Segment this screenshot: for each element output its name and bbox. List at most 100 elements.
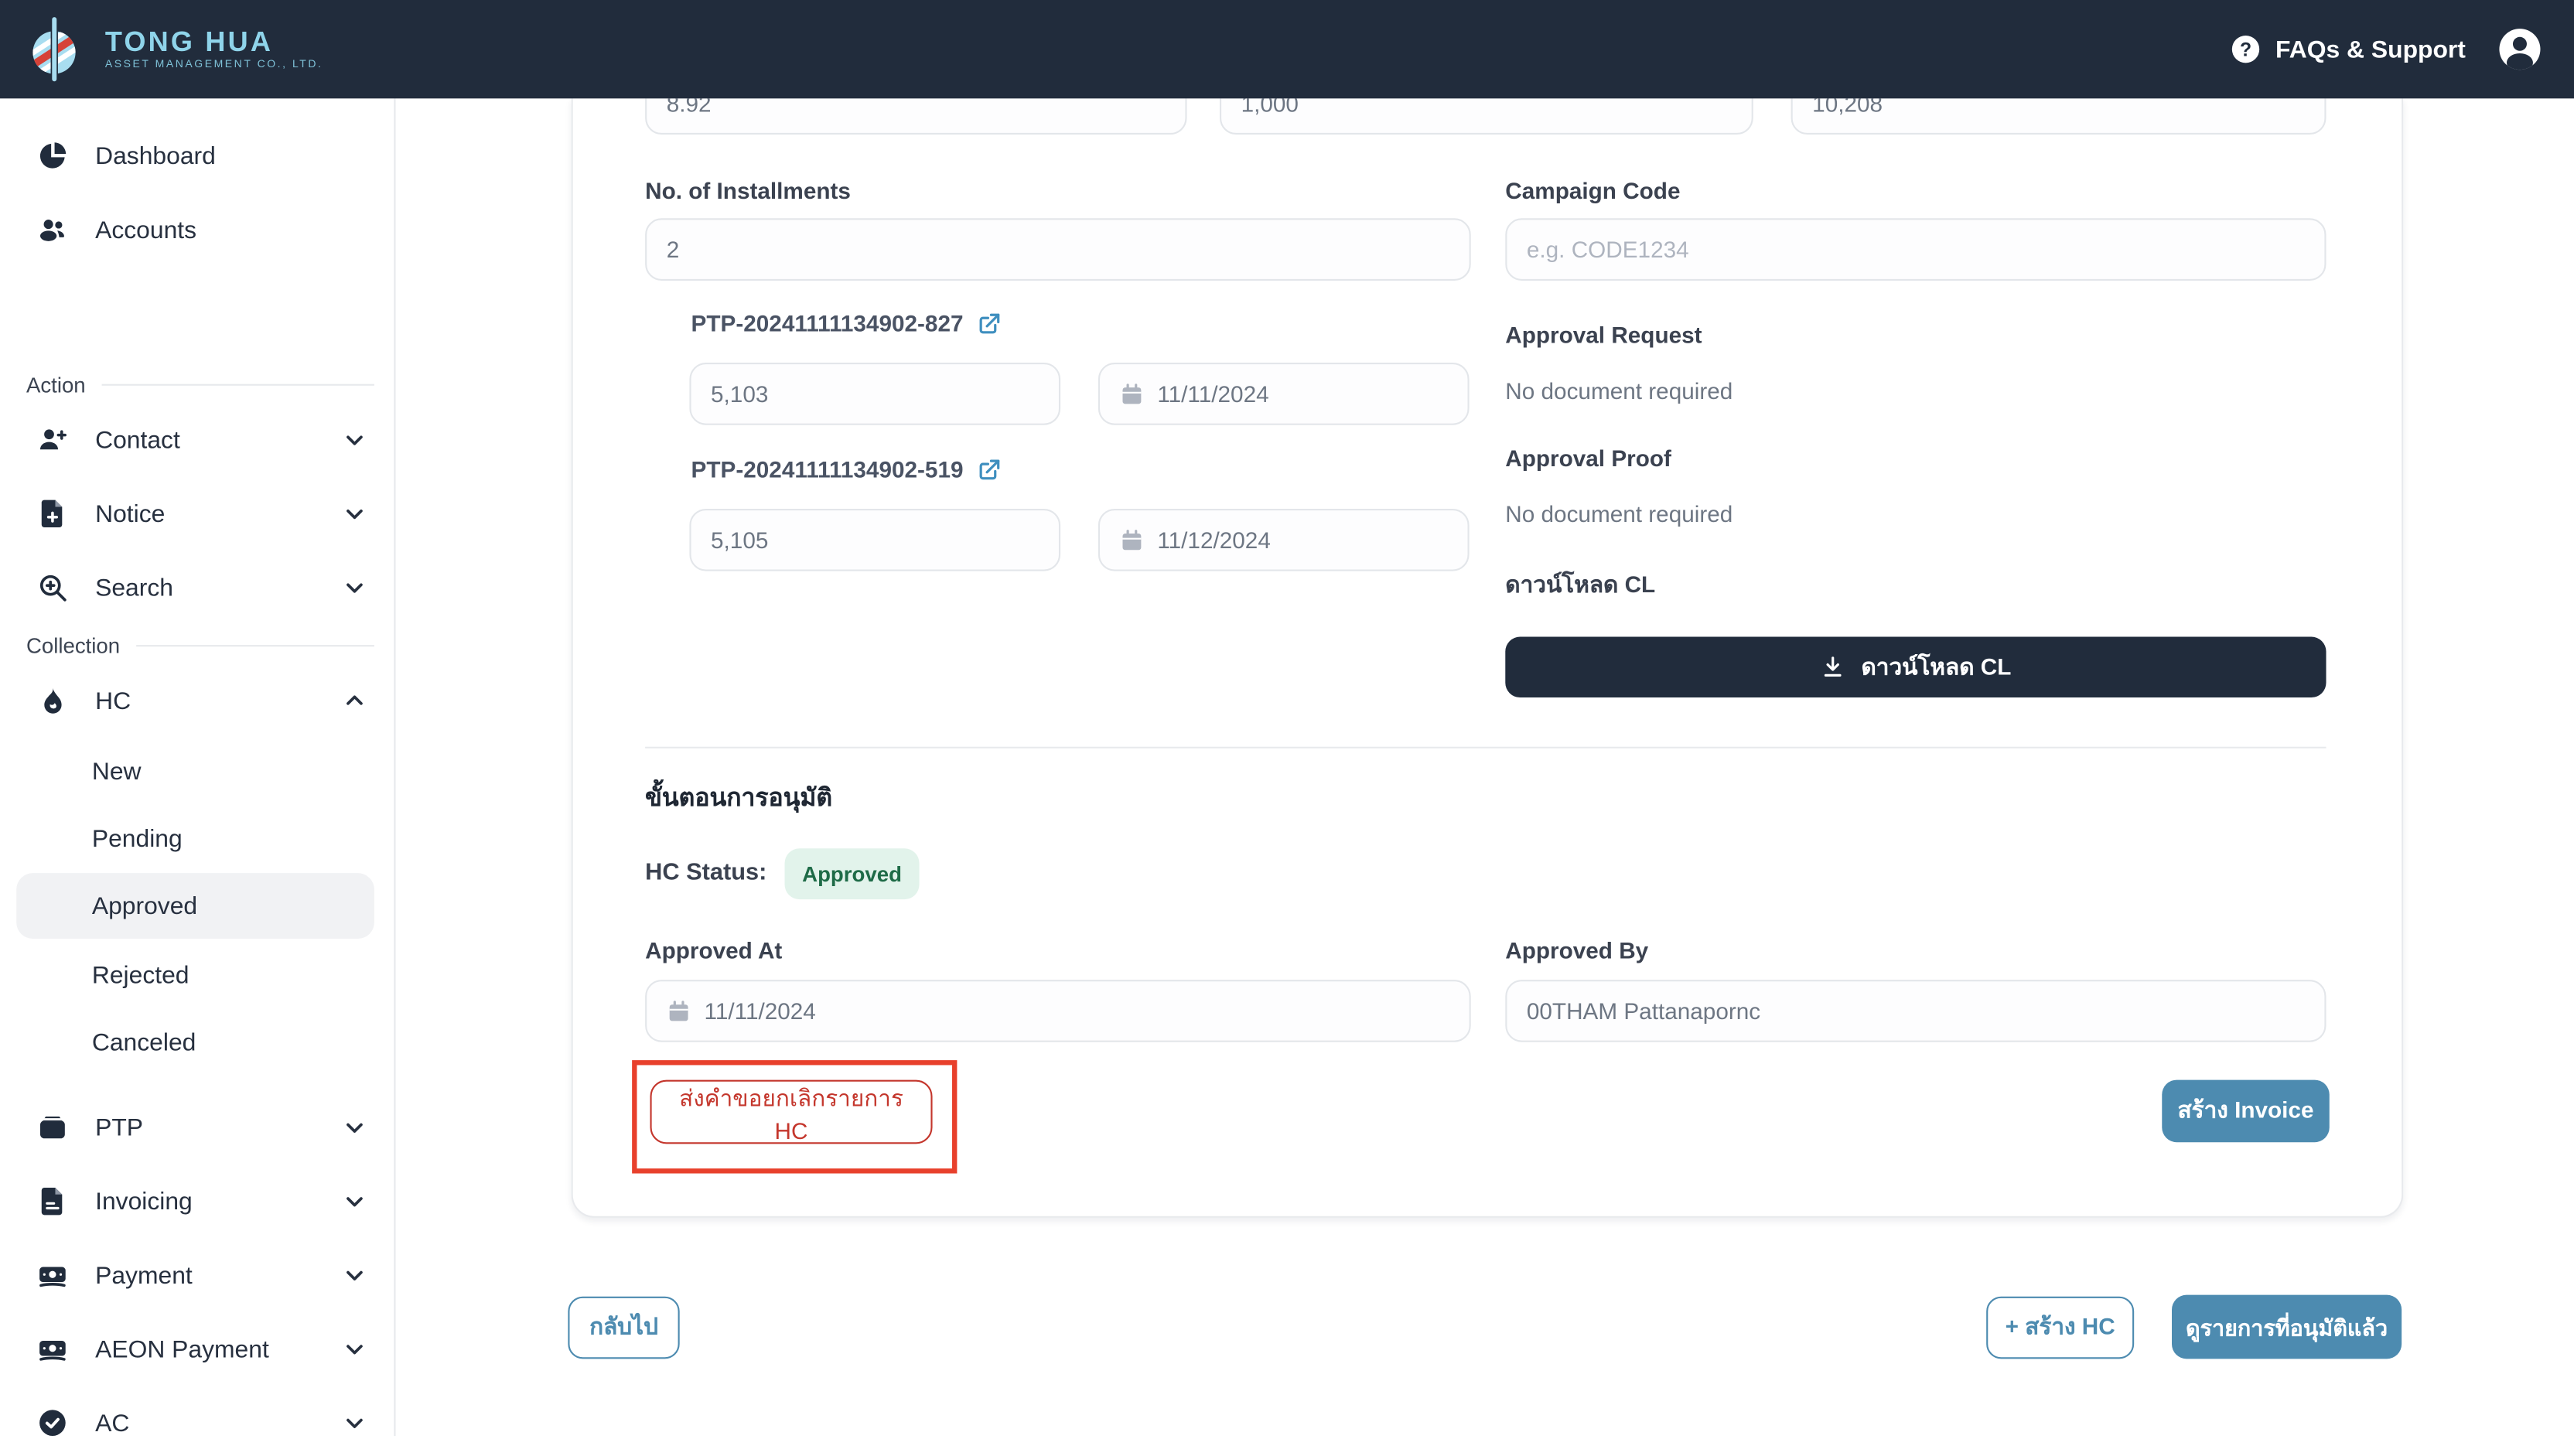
hc-status-badge: Approved (785, 848, 920, 899)
download-cl-button-label: ดาวน์โหลด CL (1861, 649, 2011, 685)
hc-status-label: HC Status: (645, 860, 766, 886)
rate-field[interactable] (645, 98, 1186, 135)
tonghua-logo-icon (23, 15, 89, 84)
sidebar-subitem-hc-approved[interactable]: Approved (16, 873, 374, 939)
calendar-icon (667, 999, 691, 1024)
sidebar-item-dashboard[interactable]: Dashboard (16, 123, 374, 189)
flame-icon (36, 684, 69, 717)
sidebar-item-label: Contact (95, 426, 180, 454)
chevron-down-icon (341, 427, 367, 453)
approved-at-label: Approved At (645, 937, 782, 963)
check-circle-icon (36, 1407, 69, 1439)
user-plus-icon (36, 424, 69, 456)
total-field[interactable] (1791, 98, 2326, 135)
ptp-date-input-2[interactable]: 11/12/2024 (1098, 509, 1470, 571)
sidebar-item-label: Accounts (95, 216, 196, 244)
sidebar-item-aeon-payment[interactable]: AEON Payment (16, 1316, 374, 1382)
sidebar-item-ptp[interactable]: PTP (16, 1095, 374, 1161)
sidebar-item-label: Invoicing (95, 1188, 193, 1216)
create-hc-button[interactable]: + สร้าง HC (1986, 1297, 2134, 1359)
brand-logo[interactable]: TONG HUA ASSET MANAGEMENT CO., LTD. (23, 15, 323, 84)
chevron-down-icon (341, 1262, 367, 1288)
app-viewport: TONG HUA ASSET MANAGEMENT CO., LTD. ? FA… (0, 0, 2574, 1436)
faqs-support-link[interactable]: ? FAQs & Support (2230, 32, 2466, 65)
installments-input[interactable] (645, 218, 1471, 281)
sidebar-item-payment[interactable]: Payment (16, 1243, 374, 1308)
banknote-icon (36, 1332, 69, 1365)
sidebar-item-label: Search (95, 574, 173, 602)
view-approved-button[interactable]: ดูรายการที่อนุมัติแล้ว (2172, 1295, 2402, 1359)
svg-text:?: ? (2240, 40, 2251, 61)
top-header: TONG HUA ASSET MANAGEMENT CO., LTD. ? FA… (0, 0, 2574, 98)
ptp-id: PTP-20241111134902-827 (691, 310, 964, 336)
sidebar-item-label: Notice (95, 500, 165, 527)
approval-steps-heading: ขั้นตอนการอนุมัติ (645, 778, 832, 817)
sidebar-nav: Dashboard Accounts Action Contact Notice… (0, 98, 396, 1436)
sidebar-item-notice[interactable]: Notice (16, 481, 374, 547)
sidebar-item-hc[interactable]: HC (16, 668, 374, 734)
chevron-down-icon (341, 1188, 367, 1215)
sidebar-item-accounts[interactable]: Accounts (16, 197, 374, 263)
ptp-link-1[interactable]: PTP-20241111134902-827 (691, 310, 1002, 336)
approval-request-note: No document required (1505, 377, 1732, 404)
ptp-amount-input-2[interactable] (689, 509, 1060, 571)
help-icon: ? (2230, 32, 2262, 65)
sidebar-section-action: Action (26, 371, 374, 397)
chevron-down-icon (341, 1336, 367, 1362)
sidebar-item-label: HC (95, 687, 131, 714)
approved-at-input[interactable]: 11/11/2024 (645, 980, 1471, 1042)
calendar-icon (1120, 527, 1145, 552)
sidebar-item-invoicing[interactable]: Invoicing (16, 1168, 374, 1234)
main-content: No. of Installments Campaign Code PTP-20… (394, 98, 2574, 1436)
faqs-support-label: FAQs & Support (2275, 36, 2466, 63)
external-link-icon[interactable] (976, 457, 1001, 482)
chevron-down-icon (341, 500, 367, 527)
chevron-down-icon (341, 575, 367, 601)
sidebar-subitem-hc-rejected[interactable]: Rejected (16, 942, 374, 1008)
ptp-link-2[interactable]: PTP-20241111134902-519 (691, 456, 1002, 482)
brand-subtitle: ASSET MANAGEMENT CO., LTD. (105, 60, 323, 71)
sidebar-item-label: Payment (95, 1261, 193, 1289)
amount-field[interactable] (1220, 98, 1753, 135)
sidebar-subitem-hc-canceled[interactable]: Canceled (16, 1009, 374, 1075)
sidebar-subitem-hc-new[interactable]: New (16, 738, 374, 804)
campaign-code-label: Campaign Code (1505, 177, 1680, 203)
wallet-icon (36, 1111, 69, 1144)
cancel-hc-request-button[interactable]: ส่งคำขอยกเลิกรายการ HC (650, 1080, 932, 1144)
brand-title: TONG HUA (105, 27, 323, 55)
pie-chart-icon (36, 139, 69, 172)
approved-by-input[interactable] (1505, 980, 2326, 1042)
sidebar-subitem-hc-pending[interactable]: Pending (16, 806, 374, 871)
create-invoice-button[interactable]: สร้าง Invoice (2162, 1080, 2329, 1143)
ptp-date-value: 11/12/2024 (1157, 527, 1271, 553)
installments-label: No. of Installments (645, 177, 851, 203)
approval-proof-note: No document required (1505, 500, 1732, 527)
user-avatar-icon[interactable] (2495, 25, 2545, 74)
sidebar-item-label: AEON Payment (95, 1335, 269, 1363)
chevron-down-icon (341, 1114, 367, 1141)
ptp-date-value: 11/11/2024 (1157, 380, 1268, 407)
campaign-code-input[interactable] (1505, 218, 2326, 281)
download-cl-button[interactable]: ดาวน์โหลด CL (1505, 637, 2326, 698)
sidebar-item-label: Dashboard (95, 142, 216, 170)
sidebar-item-label: AC (95, 1409, 129, 1437)
back-button[interactable]: กลับไป (568, 1297, 679, 1359)
approval-proof-label: Approval Proof (1505, 445, 1671, 471)
external-link-icon[interactable] (976, 311, 1001, 336)
sidebar-item-contact[interactable]: Contact (16, 407, 374, 472)
sidebar-item-ac[interactable]: AC (16, 1390, 374, 1456)
ptp-amount-input-1[interactable] (689, 363, 1060, 425)
hc-detail-card: No. of Installments Campaign Code PTP-20… (572, 98, 2404, 1218)
users-icon (36, 213, 69, 246)
file-text-icon (36, 1185, 69, 1217)
calendar-icon (1120, 381, 1145, 406)
ptp-date-input-1[interactable]: 11/11/2024 (1098, 363, 1470, 425)
download-icon (1820, 655, 1845, 680)
section-divider (645, 747, 2326, 748)
ptp-id: PTP-20241111134902-519 (691, 456, 964, 482)
chevron-up-icon (341, 687, 367, 714)
sidebar-section-collection: Collection (26, 632, 374, 658)
sidebar-item-search[interactable]: Search (16, 554, 374, 620)
sidebar-item-label: PTP (95, 1113, 143, 1141)
approved-at-value: 11/11/2024 (705, 997, 816, 1024)
